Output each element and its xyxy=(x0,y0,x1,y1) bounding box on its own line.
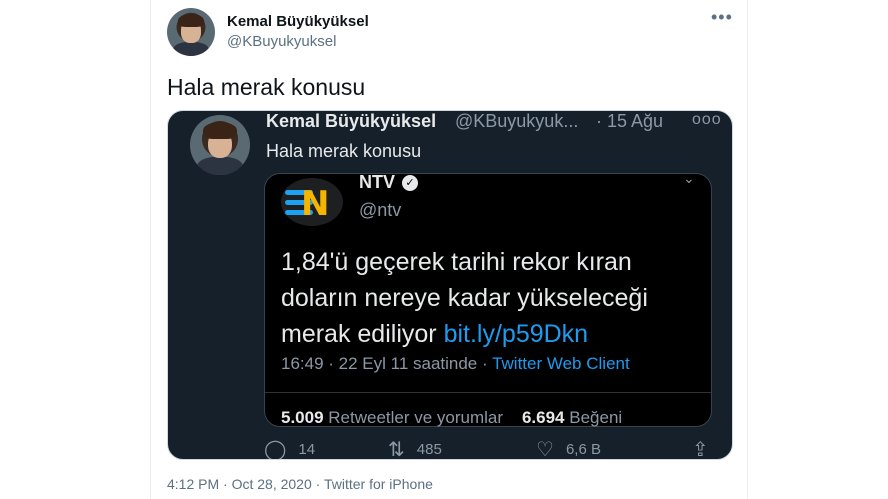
quoted-text-line: doların nereye kadar yükseleceği xyxy=(281,284,648,312)
retweets-count: 5.009 xyxy=(281,408,324,427)
embedded-author-handle: @KBuyukyuk... xyxy=(455,111,579,131)
quoted-meta: 16:49 · 22 Eyl 11 saatinde · Twitter Web… xyxy=(281,354,630,374)
avatar-shirt xyxy=(172,41,210,56)
embedded-more-icon: ooo xyxy=(692,111,722,128)
verified-icon: ✓ xyxy=(402,175,418,191)
quoted-text: 1,84'ü geçerek tarihi rekor kıran doları… xyxy=(281,244,701,352)
retweets-label: Retweetler ve yorumlar xyxy=(323,408,504,427)
tweet-card: Kemal Büyükyüksel @KBuyukyuksel ••• Hala… xyxy=(150,0,748,499)
tweet-text: Hala merak konusu xyxy=(167,74,366,100)
embedded-avatar-hair xyxy=(203,122,237,139)
share-icon: ⇪ xyxy=(692,439,709,460)
avatar-hair xyxy=(177,13,205,28)
meta-separator: · xyxy=(311,476,324,492)
divider xyxy=(265,392,711,393)
embedded-avatar-shirt xyxy=(197,157,243,175)
tweet-timestamp[interactable]: 4:12 PM · Oct 28, 2020 xyxy=(167,476,312,492)
quoted-text-line: merak ediliyor bit.ly/p59Dkn xyxy=(281,316,701,352)
quoted-text-prefix: merak ediliyor xyxy=(281,320,444,348)
ntv-logo: N xyxy=(281,178,343,226)
like-action: ♡ 6,6 B xyxy=(536,437,601,460)
more-icon[interactable]: ••• xyxy=(711,8,735,30)
retweet-action: ⇅ 485 xyxy=(388,437,442,460)
embedded-actions: ◯ 14 ⇅ 485 ♡ 6,6 B ⇪ xyxy=(264,437,724,460)
likes-label: Beğeni xyxy=(564,408,623,427)
retweet-count: 485 xyxy=(416,441,442,458)
like-count: 6,6 B xyxy=(565,441,601,458)
quoted-timestamp: 16:49 · 22 Eyl 11 saatinde · xyxy=(281,354,493,373)
reply-count: 14 xyxy=(298,441,316,458)
tweet-media-screenshot[interactable]: Kemal Büyükyüksel @KBuyukyuk... · 15 Ağu… xyxy=(167,110,733,460)
quoted-tweet: N NTV ✓ @ntv ⌄ 1,84'ü geçerek tarihi rek… xyxy=(264,170,712,428)
tweet-client[interactable]: Twitter for iPhone xyxy=(324,476,433,492)
embedded-author-name: Kemal Büyükyüksel xyxy=(266,111,437,131)
embedded-avatar xyxy=(190,115,250,175)
ntv-logo-letter: N xyxy=(301,184,330,224)
reply-icon: ◯ xyxy=(264,439,287,460)
heart-icon: ♡ xyxy=(536,439,554,460)
quoted-client: Twitter Web Client xyxy=(492,354,630,373)
quoted-author-handle: @ntv xyxy=(359,200,402,220)
embedded-text: Hala merak konusu xyxy=(266,141,422,161)
reply-action: ◯ 14 xyxy=(264,437,316,460)
share-action: ⇪ xyxy=(692,437,709,460)
chevron-down-icon: ⌄ xyxy=(683,170,695,186)
quoted-stats: 5.009 Retweetler ve yorumlar 6.694 Beğen… xyxy=(281,408,622,428)
embedded-date: · 15 Ağu xyxy=(596,111,664,131)
author-handle[interactable]: @KBuyukyuksel xyxy=(227,33,336,50)
avatar[interactable] xyxy=(167,8,215,56)
retweet-icon: ⇅ xyxy=(388,439,405,460)
quoted-author-name: NTV xyxy=(359,172,395,192)
likes-count: 6.694 xyxy=(521,408,565,427)
tweet-meta: 4:12 PM · Oct 28, 2020 · Twitter for iPh… xyxy=(167,476,433,492)
quoted-link: bit.ly/p59Dkn xyxy=(443,320,589,348)
quoted-text-line: 1,84'ü geçerek tarihi rekor kıran xyxy=(281,248,632,276)
author-name[interactable]: Kemal Büyükyüksel xyxy=(227,13,369,30)
